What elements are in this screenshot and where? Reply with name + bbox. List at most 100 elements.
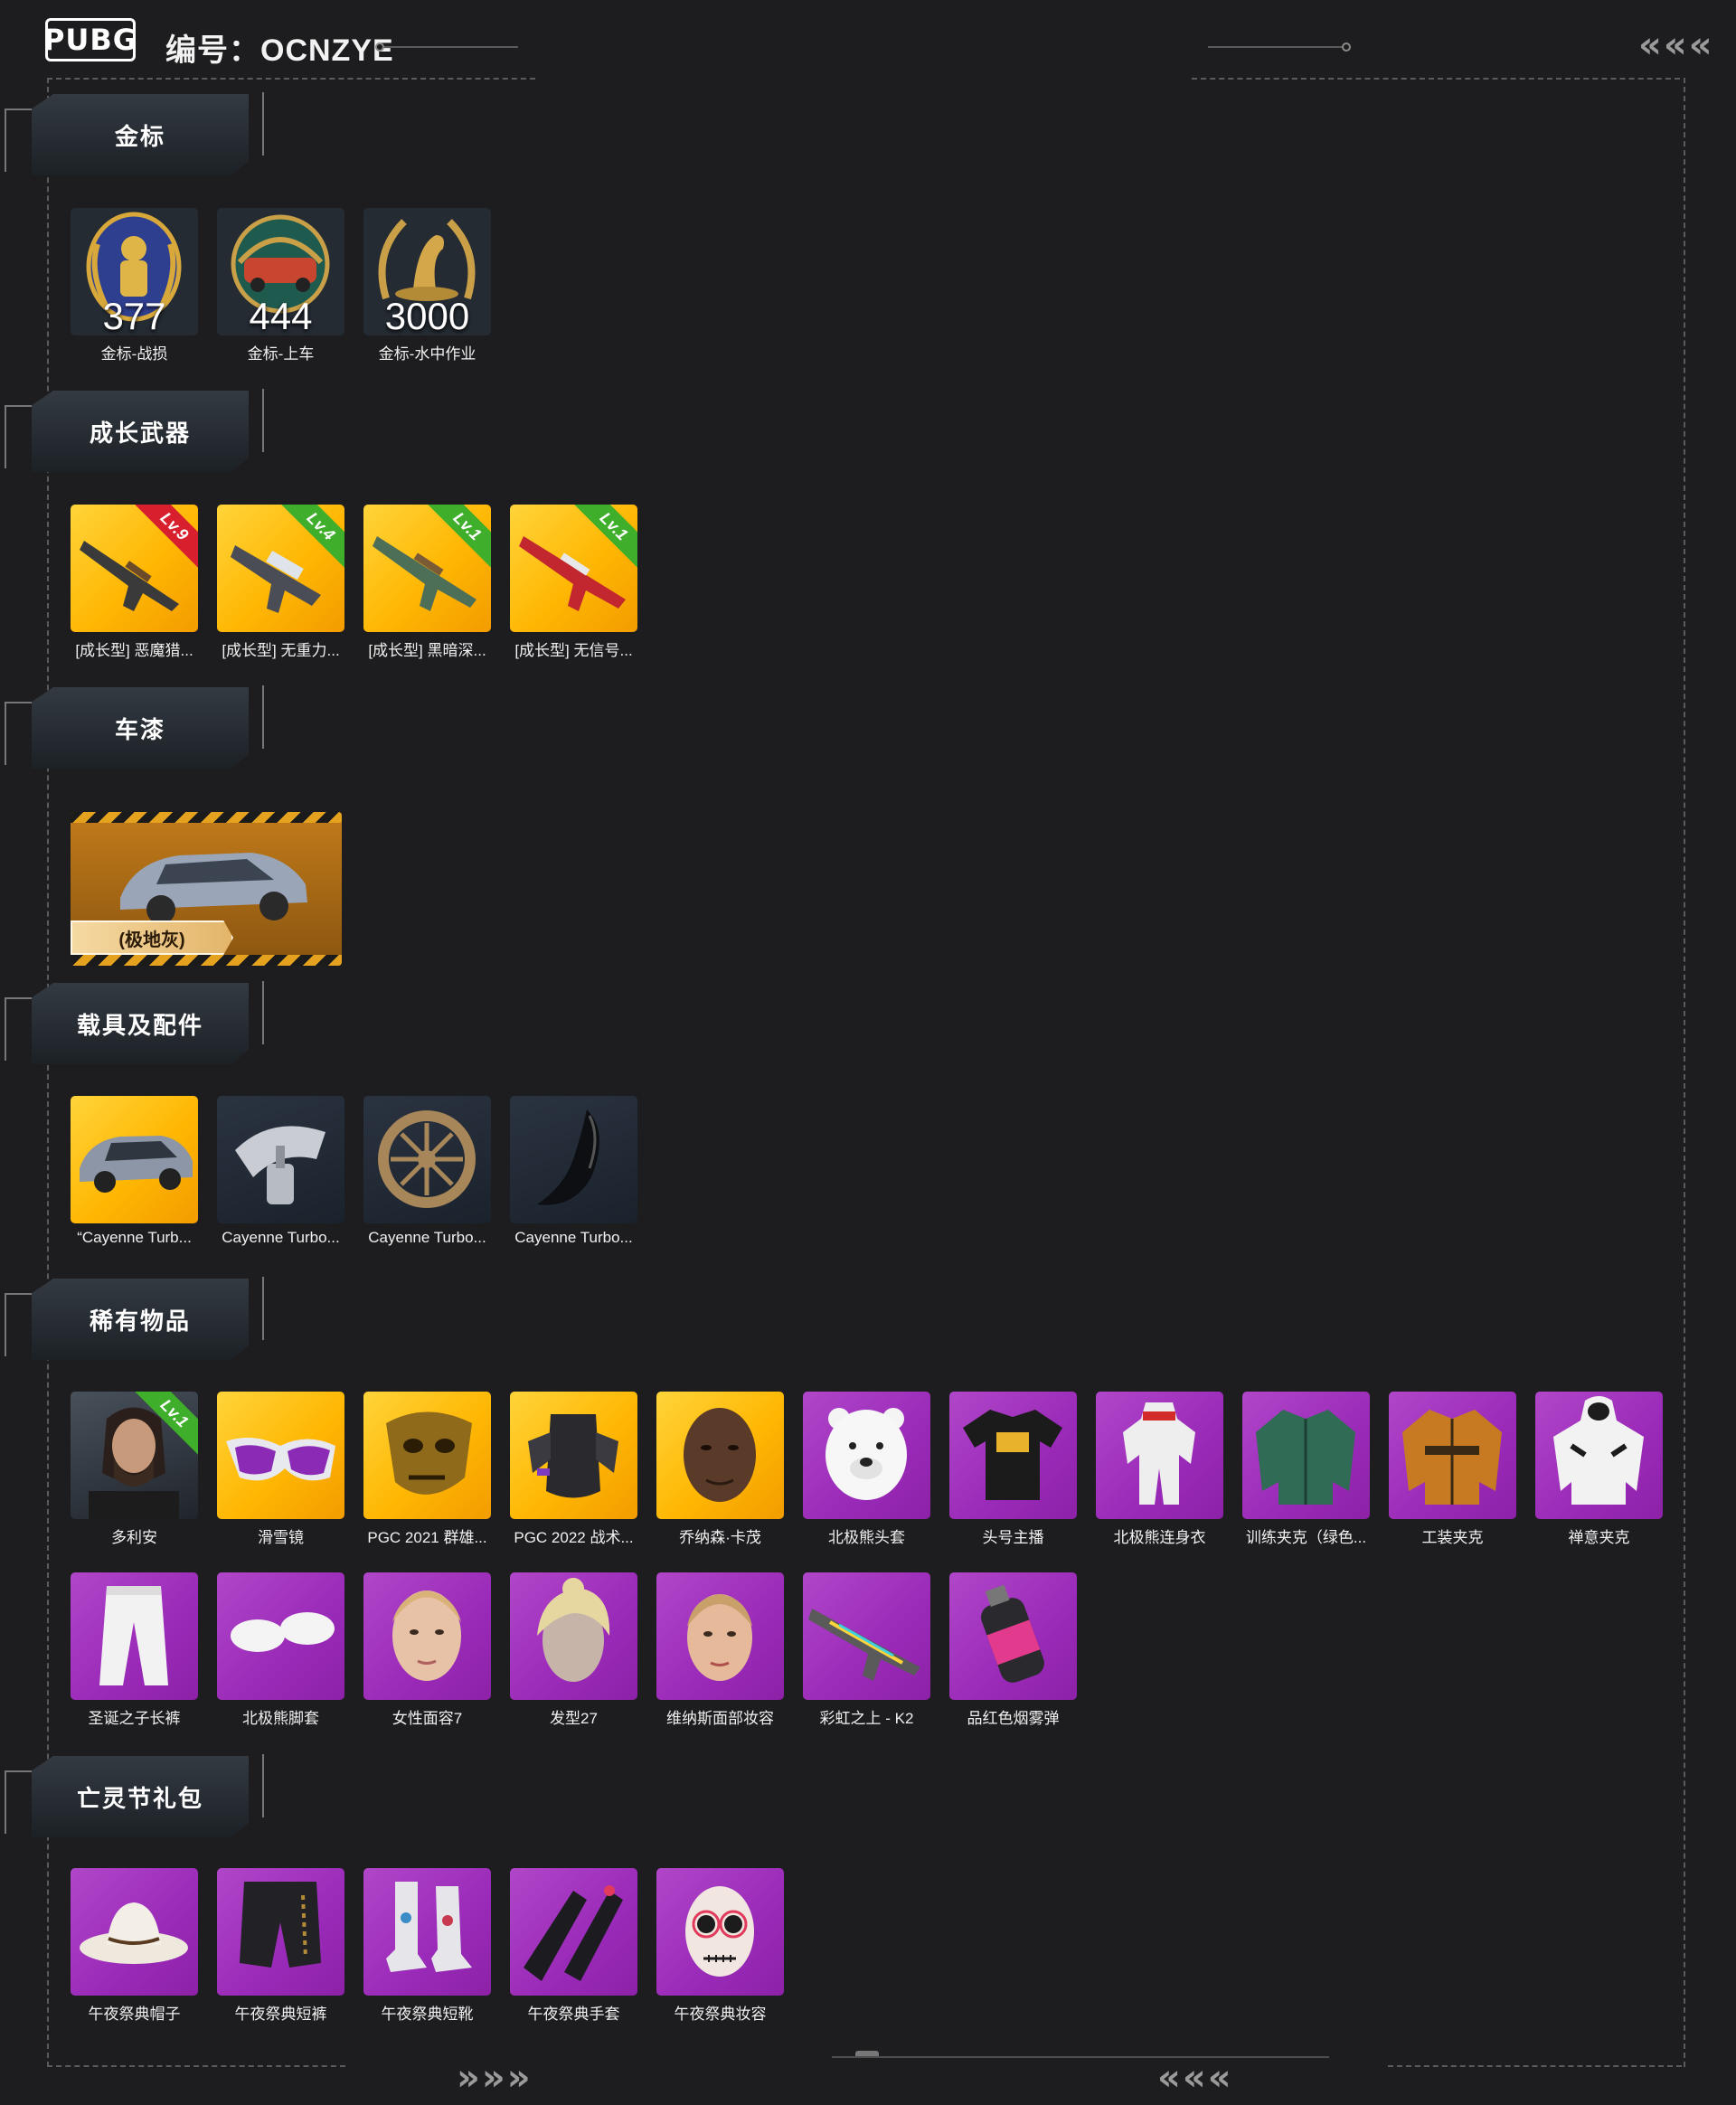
rare-item-tile: [217, 1572, 344, 1700]
rare-item[interactable]: 头号主播: [949, 1392, 1077, 1547]
gloves-icon: [524, 1885, 623, 1981]
gold-badge-item[interactable]: 444 金标-上车: [217, 208, 344, 363]
gold-badge-item[interactable]: 377 金标-战损: [71, 208, 198, 363]
rare-item-name: 圣诞之子长裤: [88, 1710, 181, 1727]
vehicle-part-tile: [363, 1096, 491, 1223]
undead-pack-item[interactable]: 午夜祭典帽子: [71, 1868, 198, 2024]
rare-item[interactable]: 工装夹克: [1389, 1392, 1516, 1547]
account-code: 编号：OCNZYE: [165, 33, 394, 68]
rare-item[interactable]: 北极熊连身衣: [1096, 1392, 1223, 1547]
header-decor-line: [5, 997, 6, 1061]
gold-badge-name: 金标-水中作业: [378, 345, 476, 363]
rare-item-tile: [217, 1392, 344, 1519]
header-decor-line: [5, 997, 32, 999]
frame-border-right: [1684, 78, 1685, 2067]
section-header-vehicle-parts: 载具及配件: [0, 972, 271, 1090]
weapon-name: [成长型] 恶魔猎...: [75, 642, 193, 659]
rare-item-name: 女性面容7: [392, 1710, 463, 1727]
face-icon: [684, 1408, 756, 1502]
tactical-vest-icon: [528, 1414, 618, 1498]
section-header-growth-weapons: 成长武器: [0, 380, 271, 497]
rare-item[interactable]: 训练夹克（绿色...: [1242, 1392, 1370, 1547]
weapon-tile: Lv.4: [217, 505, 344, 632]
hat-icon: [80, 1902, 188, 1964]
rare-item[interactable]: 圣诞之子长裤: [71, 1572, 198, 1728]
rare-item[interactable]: 彩虹之上 - K2: [803, 1572, 930, 1728]
section-header-gold-badges: 金标: [0, 83, 271, 201]
weapon-item[interactable]: Lv.4 [成长型] 无重力...: [217, 505, 344, 660]
frame-border-bottom-left: [47, 2065, 345, 2067]
rare-item-tile: [510, 1392, 637, 1519]
rare-item[interactable]: 禅意夹克: [1535, 1392, 1663, 1547]
header-line-left: [384, 46, 518, 48]
section-title-plate: 稀有物品: [32, 1279, 249, 1360]
gold-badge-tile: 444: [217, 208, 344, 335]
rare-item[interactable]: 发型27: [510, 1572, 637, 1728]
rare-item[interactable]: 滑雪镜: [217, 1392, 344, 1547]
frame-border-top-right: [1192, 78, 1680, 80]
undead-pack-item[interactable]: 午夜祭典妆容: [656, 1868, 784, 2024]
weapon-item[interactable]: Lv.1 [成长型] 黑暗深...: [363, 505, 491, 660]
rare-item[interactable]: 品红色烟雾弹: [949, 1572, 1077, 1728]
goggles-icon: [226, 1438, 335, 1481]
gold-badges-row: 377 金标-战损 444 金标-上车 3000 金标-水中作业: [71, 208, 491, 363]
rifle-icon: [808, 1609, 920, 1681]
rare-item-name: 工装夹克: [1421, 1529, 1484, 1546]
vehicle-part-item[interactable]: Cayenne Turbo...: [510, 1096, 637, 1247]
section-title-plate: 亡灵节礼包: [32, 1756, 249, 1837]
rare-item[interactable]: PGC 2022 战术...: [510, 1392, 637, 1547]
vehicle-part-item[interactable]: Cayenne Turbo...: [217, 1096, 344, 1247]
undead-pack-item[interactable]: 午夜祭典手套: [510, 1868, 637, 2024]
face-icon: [392, 1591, 461, 1681]
section-title: 稀有物品: [89, 1307, 191, 1335]
hoodie-icon: [1553, 1396, 1644, 1505]
undead-pack-item[interactable]: 午夜祭典短裤: [217, 1868, 344, 2024]
weapon-item[interactable]: Lv.9 [成长型] 恶魔猎...: [71, 505, 198, 660]
rare-item[interactable]: 北极熊头套: [803, 1392, 930, 1547]
rare-item[interactable]: 维纳斯面部妆容: [656, 1572, 784, 1728]
vehicle-part-item[interactable]: “Cayenne Turb...: [71, 1096, 198, 1247]
rare-item-name: 多利安: [111, 1529, 157, 1546]
wheel-icon: [378, 1110, 476, 1208]
rare-item-tile: [803, 1572, 930, 1700]
spray-gun-icon: [235, 1126, 326, 1204]
header-line-dot-right: [1342, 42, 1351, 52]
rare-item-tile: [510, 1572, 637, 1700]
header-decor-line: [5, 1770, 6, 1834]
undead-pack-item[interactable]: 午夜祭典短靴: [363, 1868, 491, 2024]
smoke-grenade-icon: [981, 1584, 1044, 1683]
section-title: 载具及配件: [76, 1011, 203, 1039]
rare-item-tile: [363, 1572, 491, 1700]
rare-item-name: PGC 2021 群雄...: [367, 1529, 487, 1546]
vehicle-part-tile: [510, 1096, 637, 1223]
section-title: 车漆: [114, 715, 165, 743]
rare-item-name: 彩虹之上 - K2: [819, 1710, 914, 1727]
rare-item-tile: [1242, 1392, 1370, 1519]
vehicle-part-item[interactable]: Cayenne Turbo...: [363, 1096, 491, 1247]
weapon-item[interactable]: Lv.1 [成长型] 无信号...: [510, 505, 637, 660]
rare-item[interactable]: 女性面容7: [363, 1572, 491, 1728]
gold-badge-item[interactable]: 3000 金标-水中作业: [363, 208, 491, 363]
rare-item[interactable]: 乔纳森·卡茂: [656, 1392, 784, 1547]
rare-item[interactable]: PGC 2021 群雄...: [363, 1392, 491, 1547]
section-title: 成长武器: [89, 419, 191, 447]
section-title: 金标: [114, 122, 165, 150]
footer-chevrons-right-icon: »»»: [457, 2057, 531, 2099]
undead-pack-name: 午夜祭典短裤: [234, 2006, 327, 2023]
shorts-icon: [240, 1882, 321, 1968]
vehicle-paint-card[interactable]: (极地灰): [71, 812, 342, 966]
undead-pack-name: 午夜祭典手套: [527, 2006, 620, 2023]
undead-pack-tile: [363, 1868, 491, 1996]
weapon-name: [成长型] 无信号...: [514, 642, 633, 659]
undead-pack-tile: [510, 1868, 637, 1996]
section-title-plate: 金标: [32, 94, 249, 175]
undead-pack-tile: [217, 1868, 344, 1996]
rare-item-tile: [363, 1392, 491, 1519]
tshirt-icon: [963, 1410, 1062, 1500]
rare-item[interactable]: Lv.1 多利安: [71, 1392, 198, 1547]
rare-item-tile: [656, 1572, 784, 1700]
header-decor-line: [5, 405, 6, 468]
face-icon: [687, 1594, 752, 1681]
gold-badge-number: 3000: [384, 295, 470, 335]
rare-item[interactable]: 北极熊脚套: [217, 1572, 344, 1728]
